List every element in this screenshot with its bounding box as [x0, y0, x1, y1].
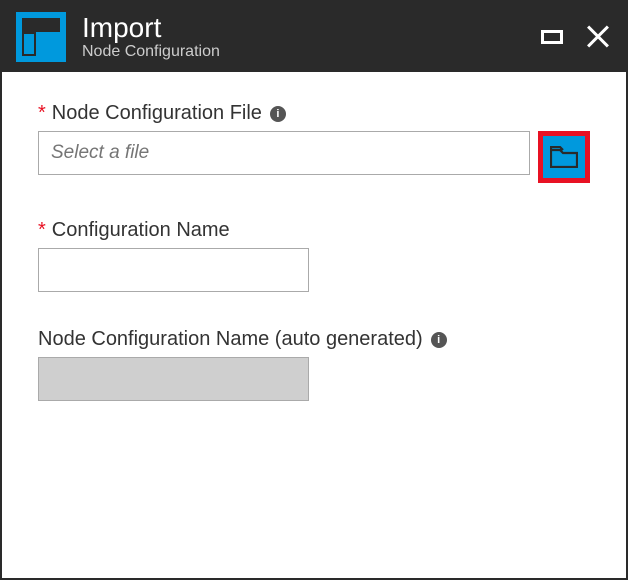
close-button[interactable]	[584, 23, 612, 51]
close-icon	[586, 25, 610, 49]
required-mark: *	[38, 219, 46, 242]
browse-highlight	[538, 131, 590, 183]
field-group-file: * Node Configuration File i	[38, 102, 590, 183]
node-name-input	[38, 357, 309, 401]
file-input-row	[38, 131, 590, 183]
node-name-label: Node Configuration Name (auto generated)	[38, 328, 423, 351]
import-icon	[16, 12, 66, 62]
info-icon[interactable]: i	[270, 106, 286, 122]
config-name-label-row: * Configuration Name	[38, 219, 590, 242]
window-controls	[538, 23, 612, 51]
file-label-row: * Node Configuration File i	[38, 102, 590, 125]
config-name-input[interactable]	[38, 248, 309, 292]
dialog-title: Import	[82, 13, 522, 44]
folder-icon	[550, 146, 578, 168]
file-input[interactable]	[38, 131, 530, 175]
info-icon[interactable]: i	[431, 332, 447, 348]
import-dialog: Import Node Configuration * Node Configu…	[0, 0, 628, 580]
dialog-subtitle: Node Configuration	[82, 43, 522, 61]
field-group-node-name: Node Configuration Name (auto generated)…	[38, 328, 590, 401]
restore-button[interactable]	[538, 23, 566, 51]
browse-button[interactable]	[543, 136, 585, 178]
dialog-header: Import Node Configuration	[2, 2, 626, 72]
config-name-label: Configuration Name	[52, 219, 230, 242]
file-label: Node Configuration File	[52, 102, 262, 125]
field-group-config-name: * Configuration Name	[38, 219, 590, 292]
header-titles: Import Node Configuration	[82, 13, 522, 62]
node-name-label-row: Node Configuration Name (auto generated)…	[38, 328, 590, 351]
restore-icon	[541, 30, 563, 44]
required-mark: *	[38, 102, 46, 125]
dialog-body: * Node Configuration File i * Configura	[2, 72, 626, 578]
